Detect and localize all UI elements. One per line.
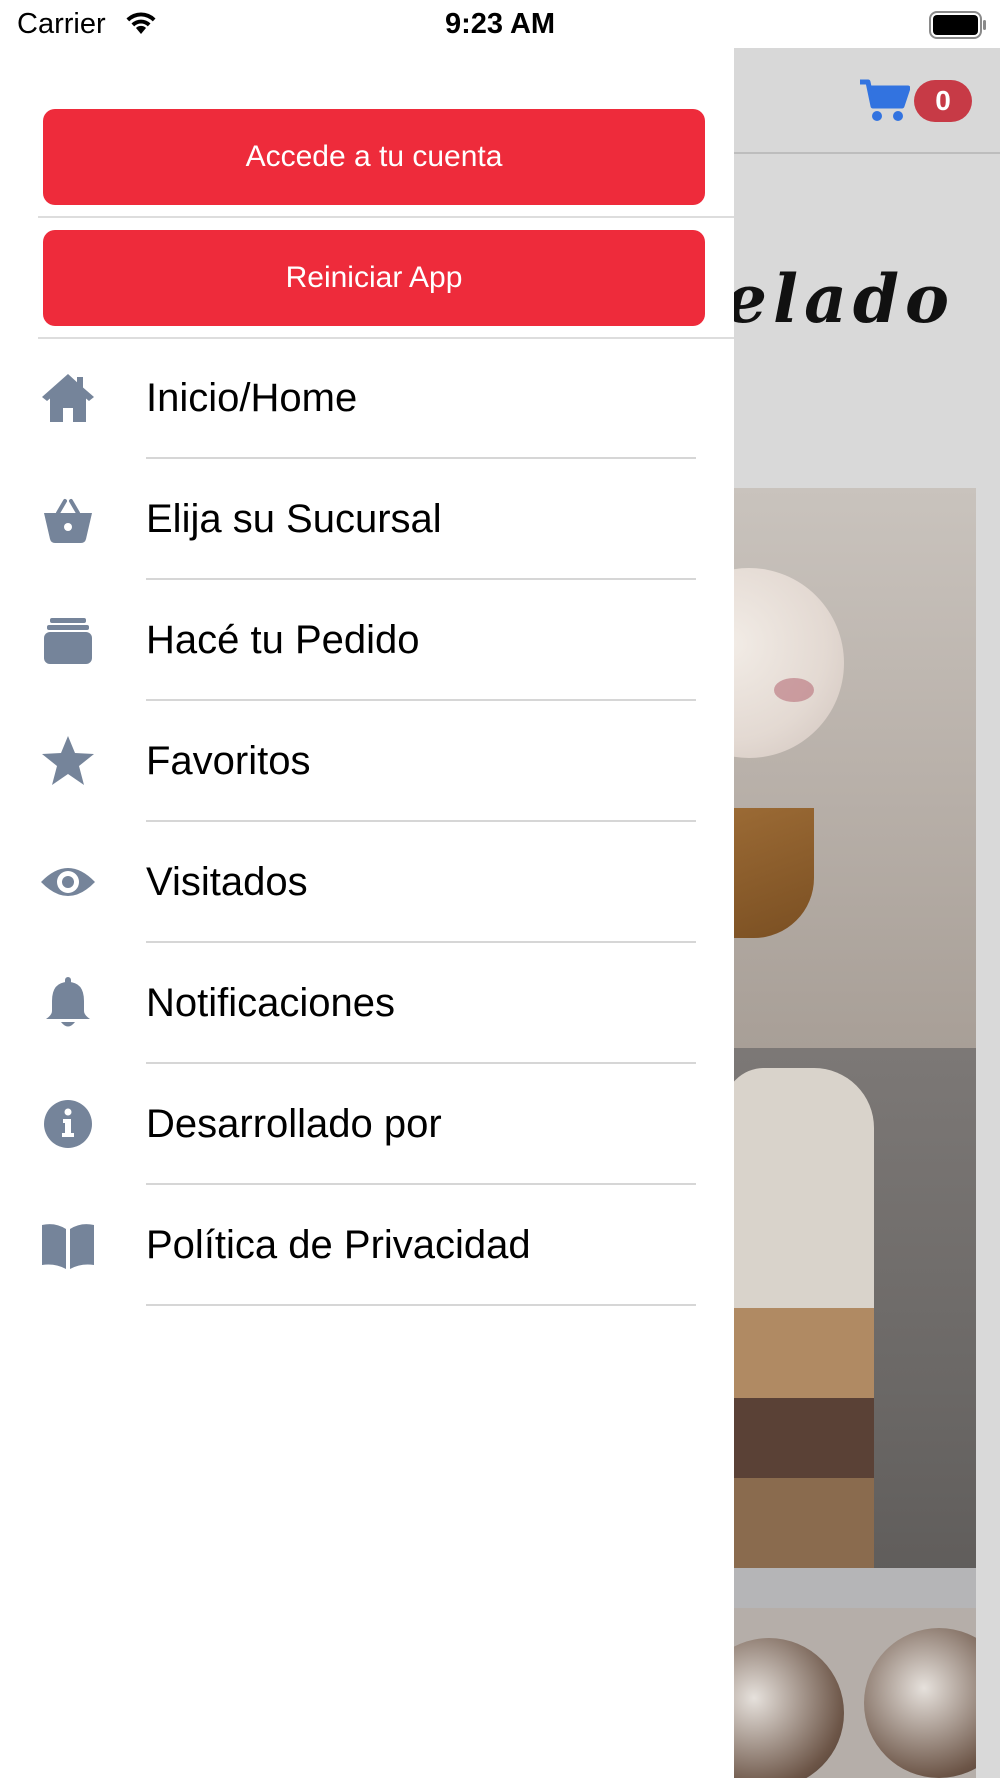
menu-item-privacy[interactable]: Política de Privacidad [0,1185,734,1306]
menu-item-label: Visitados [146,860,308,904]
battery-icon [929,11,987,39]
menu-item-developer[interactable]: Desarrollado por [0,1064,734,1185]
star-icon [40,733,96,789]
menu-item-label: Favoritos [146,739,311,783]
cart-icon[interactable] [858,78,911,124]
ice-cream-photo [734,488,976,1048]
divider [146,1304,696,1306]
info-icon [40,1096,96,1152]
divider [38,216,734,218]
home-icon [40,370,96,426]
brand-logo: elado [725,260,955,338]
menu-item-notifications[interactable]: Notificaciones [0,943,734,1064]
login-button[interactable]: Accede a tu cuenta [43,109,705,205]
menu-item-label: Política de Privacidad [146,1223,531,1267]
side-drawer: Accede a tu cuenta Reiniciar App Inicio/… [0,48,734,1778]
book-icon [40,1217,96,1273]
menu-item-label: Hacé tu Pedido [146,618,420,662]
status-bar: Carrier 9:23 AM [0,0,1000,48]
menu-item-branch[interactable]: Elija su Sucursal [0,459,734,580]
menu-item-order[interactable]: Hacé tu Pedido [0,580,734,701]
reset-app-button[interactable]: Reiniciar App [43,230,705,326]
layers-icon [40,612,96,668]
cart-count-badge: 0 [914,80,972,122]
menu-item-favorites[interactable]: Favoritos [0,701,734,822]
menu-item-label: Notificaciones [146,981,396,1025]
bell-icon [40,975,96,1031]
eye-icon [40,854,96,910]
menu-item-visited[interactable]: Visitados [0,822,734,943]
menu-item-label: Elija su Sucursal [146,497,442,541]
basket-icon [40,491,96,547]
clock: 9:23 AM [444,8,556,40]
menu-item-home[interactable]: Inicio/Home [0,338,734,459]
menu-item-label: Inicio/Home [146,376,358,420]
cake-photo [734,1048,976,1608]
menu-item-label: Desarrollado por [146,1102,442,1146]
bonbon-photo [734,1608,976,1778]
